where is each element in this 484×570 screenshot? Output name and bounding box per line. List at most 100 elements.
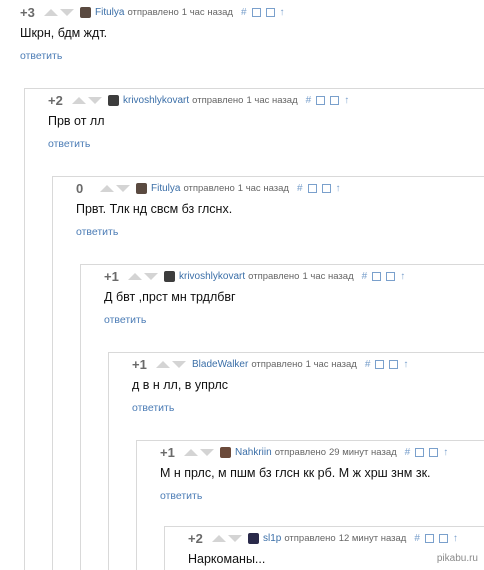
parent-arrow-icon[interactable]: ↑	[336, 183, 341, 194]
downvote-arrow-icon[interactable]	[88, 96, 102, 104]
avatar[interactable]	[220, 446, 231, 458]
upvote-arrow-icon[interactable]	[212, 534, 226, 542]
parent-arrow-icon[interactable]: ↑	[280, 7, 285, 18]
thread-line	[108, 352, 109, 570]
downvote-arrow-icon[interactable]	[144, 272, 158, 280]
vote-controls	[44, 8, 74, 16]
timestamp[interactable]: 1 час назад	[306, 359, 357, 370]
reply-link[interactable]: ответить	[20, 50, 62, 62]
author-link[interactable]: sl1p	[263, 533, 281, 544]
timestamp[interactable]: 12 минут назад	[339, 533, 407, 544]
collapse-icon[interactable]	[424, 533, 434, 543]
comment-text: Шкрн, бдм ждт.	[20, 26, 108, 40]
timestamp[interactable]: 29 минут назад	[329, 447, 397, 458]
save-icon[interactable]	[265, 7, 275, 17]
downvote-arrow-icon[interactable]	[228, 534, 242, 542]
reply-link[interactable]: ответить	[48, 138, 90, 150]
parent-arrow-icon[interactable]: ↑	[344, 95, 349, 106]
hash-link-icon[interactable]: #	[297, 183, 303, 194]
reply-link[interactable]: ответить	[132, 402, 174, 414]
comment-text: Прв от лл	[48, 114, 105, 128]
comment-text: Наркоманы...	[188, 552, 266, 566]
hash-link-icon[interactable]: #	[414, 533, 420, 544]
author-link[interactable]: Nahkriin	[235, 447, 272, 458]
collapse-icon[interactable]	[415, 447, 425, 457]
author-link[interactable]: krivoshlykovart	[179, 271, 245, 282]
save-icon[interactable]	[386, 271, 396, 281]
comment: +1 krivoshlykovart отправлено 1 час наза…	[104, 268, 484, 328]
parent-arrow-icon[interactable]: ↑	[403, 359, 408, 370]
comment-text: д в н лл, в упрлс	[132, 378, 228, 392]
comment: 0 Fitulya отправлено 1 час назад # ↑ Прв…	[76, 180, 484, 240]
sent-label: отправлено	[284, 532, 336, 544]
downvote-arrow-icon[interactable]	[116, 184, 130, 192]
collapse-icon[interactable]	[316, 95, 326, 105]
sent-label: отправлено	[192, 94, 244, 106]
parent-arrow-icon[interactable]: ↑	[443, 447, 448, 458]
reply-link[interactable]: ответить	[104, 314, 146, 326]
avatar[interactable]	[108, 94, 119, 106]
timestamp[interactable]: 1 час назад	[238, 183, 289, 194]
timestamp[interactable]: 1 час назад	[302, 271, 353, 282]
collapse-icon[interactable]	[307, 183, 317, 193]
save-icon[interactable]	[429, 447, 439, 457]
rating-score: +1	[132, 356, 147, 372]
sent-label: отправлено	[274, 446, 327, 458]
thread-line	[164, 526, 165, 570]
avatar[interactable]	[136, 182, 147, 194]
comment-header: 0 Fitulya отправлено 1 час назад # ↑	[76, 180, 346, 196]
vote-controls	[72, 96, 102, 104]
upvote-arrow-icon[interactable]	[128, 272, 142, 280]
hash-link-icon[interactable]: #	[362, 271, 368, 282]
divider	[108, 352, 484, 353]
comment-header: +1 Nahkriin отправлено 29 минут назад # …	[160, 444, 453, 460]
save-icon[interactable]	[389, 359, 399, 369]
collapse-icon[interactable]	[372, 271, 382, 281]
comment: +1 Nahkriin отправлено 29 минут назад # …	[160, 444, 484, 504]
parent-arrow-icon[interactable]: ↑	[400, 271, 405, 282]
save-icon[interactable]	[321, 183, 331, 193]
rating-score: +2	[48, 92, 63, 108]
save-icon[interactable]	[438, 533, 448, 543]
avatar[interactable]	[248, 532, 259, 544]
comment-header: +1 BladeWalker отправлено 1 час назад # …	[132, 356, 413, 372]
comment-header: +1 krivoshlykovart отправлено 1 час наза…	[104, 268, 410, 284]
author-link[interactable]: Fitulya	[95, 7, 124, 18]
divider	[80, 264, 484, 265]
downvote-arrow-icon[interactable]	[200, 448, 214, 456]
downvote-arrow-icon[interactable]	[172, 360, 186, 368]
divider	[52, 176, 484, 177]
vote-controls	[212, 534, 242, 542]
upvote-arrow-icon[interactable]	[72, 96, 86, 104]
save-icon[interactable]	[330, 95, 340, 105]
timestamp[interactable]: 1 час назад	[182, 7, 233, 18]
divider	[136, 440, 484, 441]
hash-link-icon[interactable]: #	[241, 7, 247, 18]
upvote-arrow-icon[interactable]	[44, 8, 58, 16]
reply-link[interactable]: ответить	[160, 490, 202, 502]
collapse-icon[interactable]	[251, 7, 261, 17]
hash-link-icon[interactable]: #	[306, 95, 312, 106]
hash-link-icon[interactable]: #	[365, 359, 371, 370]
avatar[interactable]	[80, 6, 91, 18]
author-link[interactable]: BladeWalker	[192, 359, 248, 370]
upvote-arrow-icon[interactable]	[100, 184, 114, 192]
thread-line	[24, 88, 25, 570]
hash-link-icon[interactable]: #	[405, 447, 411, 458]
upvote-arrow-icon[interactable]	[156, 360, 170, 368]
comment-text: Д бвт ,прст мн трдлбвг	[104, 290, 236, 304]
avatar[interactable]	[164, 270, 175, 282]
comment-header: +2 sl1p отправлено 12 минут назад # ↑	[188, 530, 463, 546]
timestamp[interactable]: 1 час назад	[246, 95, 297, 106]
rating-score: +1	[160, 444, 175, 460]
author-link[interactable]: krivoshlykovart	[123, 95, 189, 106]
divider	[164, 526, 484, 527]
comment: +2 krivoshlykovart отправлено 1 час наза…	[48, 92, 484, 152]
reply-link[interactable]: ответить	[76, 226, 118, 238]
parent-arrow-icon[interactable]: ↑	[453, 533, 458, 544]
rating-score: +3	[20, 4, 35, 20]
collapse-icon[interactable]	[375, 359, 385, 369]
author-link[interactable]: Fitulya	[151, 183, 180, 194]
downvote-arrow-icon[interactable]	[60, 8, 74, 16]
upvote-arrow-icon[interactable]	[184, 448, 198, 456]
